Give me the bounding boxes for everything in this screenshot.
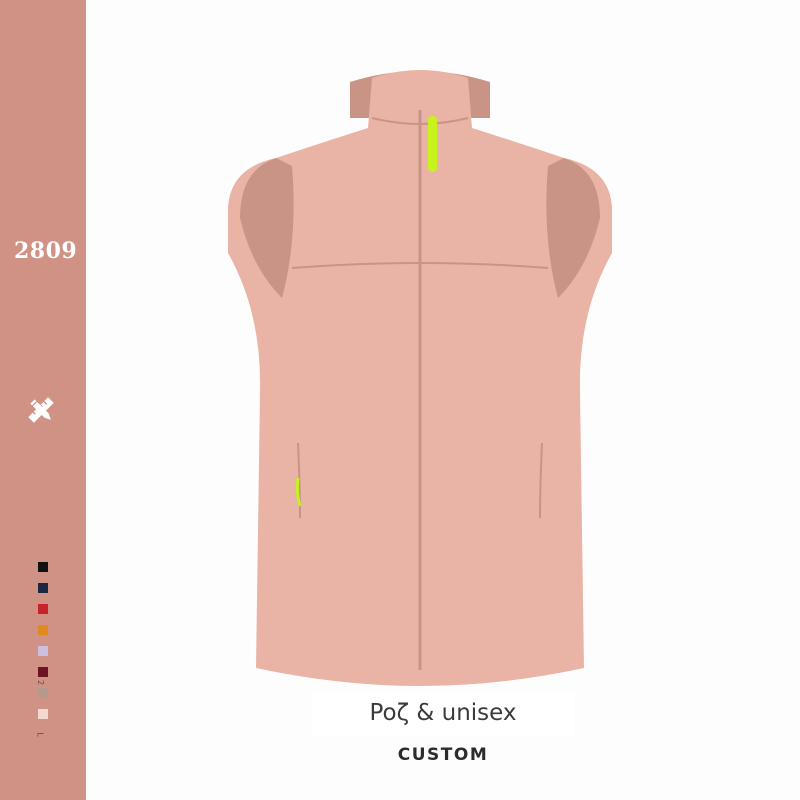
caption-title: Poζ & unisex <box>369 700 517 726</box>
color-swatch[interactable] <box>38 688 48 698</box>
color-swatch[interactable] <box>38 709 48 719</box>
color-swatch[interactable] <box>38 667 48 677</box>
product-image-page: 2809 2 L Poζ & unisex CUSTOM <box>0 0 800 800</box>
sidebar: 2809 2 L <box>0 0 86 800</box>
color-swatch[interactable] <box>38 583 48 593</box>
size-mark-2: 2 <box>36 679 46 686</box>
size-mark-l: L <box>35 732 45 737</box>
zipper-pull <box>428 116 437 172</box>
caption-subtitle: CUSTOM <box>397 745 489 765</box>
color-swatch[interactable] <box>38 604 48 614</box>
pencil-ruler-icon <box>28 397 54 423</box>
color-swatch[interactable] <box>38 562 48 572</box>
product-code: 2809 <box>14 238 78 264</box>
color-swatch[interactable] <box>38 625 48 635</box>
color-swatch[interactable] <box>38 646 48 656</box>
product-photo <box>228 70 612 686</box>
